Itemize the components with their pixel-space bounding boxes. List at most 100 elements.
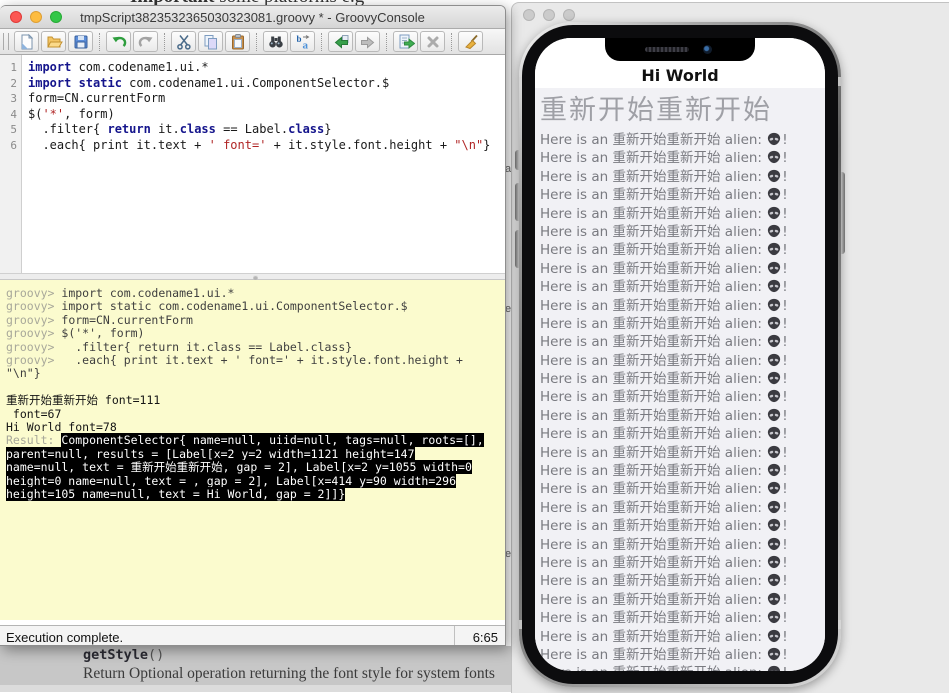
alien-row: Here is an 重新开始重新开始 alien: !	[540, 205, 825, 223]
redo-icon	[137, 33, 155, 51]
alien-row-text: Here is an 重新开始重新开始 alien:	[540, 500, 766, 516]
alien-row-text: Here is an 重新开始重新开始 alien:	[540, 261, 766, 277]
line-number: 6	[0, 138, 17, 154]
history-previous-button[interactable]	[328, 31, 353, 52]
app-content[interactable]: 重新开始重新开始 Here is an 重新开始重新开始 alien: !Her…	[535, 88, 825, 671]
zoom-button[interactable]	[563, 9, 575, 21]
alien-row-text: Here is an 重新开始重新开始 alien:	[540, 592, 766, 608]
close-button[interactable]	[10, 11, 22, 23]
paste-button[interactable]	[225, 31, 250, 52]
alien-icon	[767, 647, 781, 661]
alien-row-text: Here is an 重新开始重新开始 alien:	[540, 518, 766, 534]
alien-icon	[767, 592, 781, 606]
zoom-button[interactable]	[50, 11, 62, 23]
toolbar-separator	[99, 33, 100, 51]
line-number: 2	[0, 76, 17, 92]
alien-row-text: Here is an 重新开始重新开始 alien:	[540, 206, 766, 222]
alien-icon	[767, 224, 781, 238]
output-line: Result: ComponentSelector{ name=null, ui…	[6, 434, 505, 447]
caret-position: 6:65	[454, 626, 505, 646]
alien-row: Here is an 重新开始重新开始 alien: !	[540, 572, 825, 590]
alien-row: Here is an 重新开始重新开始 alien: !	[540, 370, 825, 388]
replace-button[interactable]: ba	[290, 31, 315, 52]
alien-row: Here is an 重新开始重新开始 alien: !	[540, 241, 825, 259]
alien-icon	[767, 463, 781, 477]
alien-row-text: Here is an 重新开始重新开始 alien:	[540, 353, 766, 369]
alien-row-text: Here is an 重新开始重新开始 alien:	[540, 298, 766, 314]
alien-row: Here is an 重新开始重新开始 alien: !	[540, 444, 825, 462]
phone-notch	[605, 38, 755, 61]
line-number-gutter: 123456	[0, 55, 22, 273]
alien-row: Here is an 重新开始重新开始 alien: !	[540, 480, 825, 498]
alien-row-text: Here is an 重新开始重新开始 alien:	[540, 371, 766, 387]
alien-icon	[767, 481, 781, 495]
alien-row: Here is an 重新开始重新开始 alien: !	[540, 149, 825, 167]
output-line: height=0 name=null, text = , gap = 2], L…	[6, 475, 505, 488]
code-line: .each{ print it.text + ' font=' + it.sty…	[28, 138, 490, 154]
code-area[interactable]: import com.codename1.ui.*import static c…	[22, 55, 490, 273]
alien-icon	[767, 555, 781, 569]
output-line: font=67	[6, 408, 505, 421]
line-number: 5	[0, 122, 17, 138]
line-number: 3	[0, 91, 17, 107]
alien-row: Here is an 重新开始重新开始 alien: !	[540, 554, 825, 572]
title-bar[interactable]: tmpScript3823532365030323081.groovy * - …	[0, 6, 505, 29]
alien-row: Here is an 重新开始重新开始 alien: !	[540, 628, 825, 646]
save-icon	[72, 33, 90, 51]
code-line: import static com.codename1.ui.Component…	[28, 76, 490, 92]
minimize-button[interactable]	[543, 9, 555, 21]
alien-row: Here is an 重新开始重新开始 alien: !	[540, 168, 825, 186]
volume-up-button[interactable]	[515, 183, 519, 221]
alien-icon	[767, 150, 781, 164]
save-button[interactable]	[68, 31, 93, 52]
alien-row-text: Here is an 重新开始重新开始 alien:	[540, 629, 766, 645]
find-icon	[267, 33, 285, 51]
speaker-grille	[645, 47, 689, 52]
output-pane[interactable]: groovy> import com.codename1.ui.*groovy>…	[0, 280, 505, 620]
open-file-button[interactable]	[41, 31, 66, 52]
new-file-button[interactable]	[14, 31, 39, 52]
history-next-icon	[359, 33, 377, 51]
cut-button[interactable]	[171, 31, 196, 52]
cut-icon	[175, 33, 193, 51]
interrupt-script-icon	[424, 33, 442, 51]
minimize-button[interactable]	[30, 11, 42, 23]
line-number: 4	[0, 107, 17, 123]
output-line: Hi World font=78	[6, 421, 505, 434]
alien-icon	[767, 206, 781, 220]
open-file-icon	[45, 33, 63, 51]
alien-row-text: Here is an 重新开始重新开始 alien:	[540, 389, 766, 405]
interrupt-script-button[interactable]	[420, 31, 445, 52]
history-next-button[interactable]	[355, 31, 380, 52]
run-script-icon	[397, 33, 415, 51]
clear-output-icon	[462, 33, 480, 51]
alien-row: Here is an 重新开始重新开始 alien: !	[540, 315, 825, 333]
undo-button[interactable]	[106, 31, 131, 52]
toolbar-gripper[interactable]	[3, 33, 9, 50]
toolbar-separator	[321, 33, 322, 51]
groovy-console-window: tmpScript3823532365030323081.groovy * - …	[0, 5, 506, 646]
alien-row: Here is an 重新开始重新开始 alien: !	[540, 260, 825, 278]
find-button[interactable]	[263, 31, 288, 52]
mute-switch[interactable]	[515, 150, 519, 170]
alien-icon	[767, 334, 781, 348]
simulator-window-controls	[523, 9, 575, 21]
alien-row: Here is an 重新开始重新开始 alien: !	[540, 646, 825, 664]
alien-row: Here is an 重新开始重新开始 alien: !	[540, 462, 825, 480]
alien-icon	[767, 665, 781, 671]
redo-button[interactable]	[133, 31, 158, 52]
run-script-button[interactable]	[393, 31, 418, 52]
volume-down-button[interactable]	[515, 230, 519, 268]
alien-row-text: Here is an 重新开始重新开始 alien:	[540, 187, 766, 203]
copy-button[interactable]	[198, 31, 223, 52]
code-editor[interactable]: 123456 import com.codename1.ui.*import s…	[0, 55, 505, 273]
split-handle[interactable]	[0, 273, 505, 280]
alien-row-text: Here is an 重新开始重新开始 alien:	[540, 573, 766, 589]
alien-icon	[767, 132, 781, 146]
power-button[interactable]	[841, 172, 845, 254]
alien-row-text: Here is an 重新开始重新开始 alien:	[540, 334, 766, 350]
alien-icon	[767, 371, 781, 385]
undo-icon	[110, 33, 128, 51]
close-button[interactable]	[523, 9, 535, 21]
clear-output-button[interactable]	[458, 31, 483, 52]
